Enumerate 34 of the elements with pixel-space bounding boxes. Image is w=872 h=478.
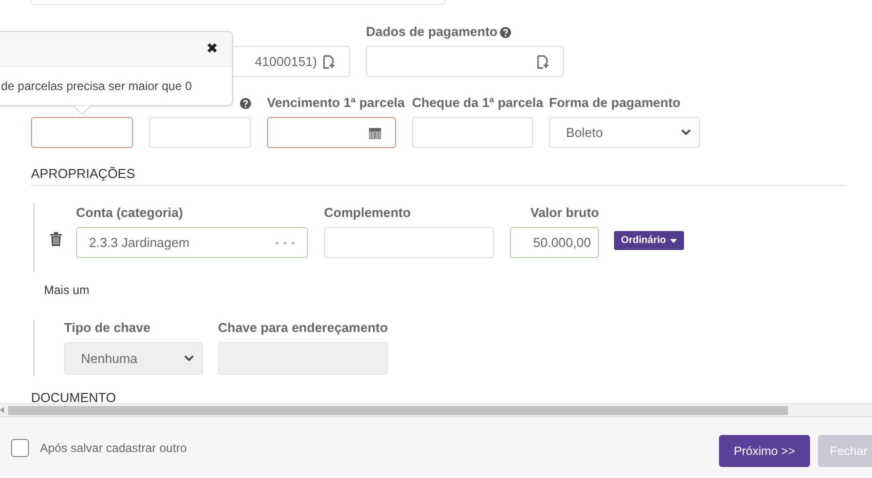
field-label: Vencimento 1ª parcela (267, 95, 405, 111)
checkbox-label: Após salvar cadastrar outro (40, 440, 187, 454)
chevron-icon (681, 129, 691, 136)
field-label: Dados de pagamento (366, 24, 498, 40)
section-title: APROPRIAÇÕES (31, 166, 136, 182)
select-field[interactable]: Boleto (549, 117, 700, 148)
add-more-label: Mais um (44, 282, 90, 298)
file-plus-icon (537, 54, 549, 68)
amount-field[interactable]: 50.000,00 (510, 227, 599, 258)
close-button[interactable]: ✖ (206, 41, 218, 57)
field-label: Chave para endereçamento (218, 320, 388, 336)
lookup-field[interactable] (366, 46, 564, 77)
chevron-icon (184, 355, 194, 362)
field-label: Cheque da 1ª parcela (412, 95, 544, 111)
scroll-left-icon[interactable] (0, 407, 5, 413)
next-button[interactable]: Próximo >> (719, 435, 810, 467)
delete-icon[interactable] (50, 232, 62, 246)
type-dropdown-button[interactable]: Ordinário (614, 231, 684, 250)
error-message: de parcelas precisa ser maior que 0 (1, 79, 192, 93)
horizontal-scrollbar[interactable] (0, 403, 872, 416)
column-label: Complemento (324, 205, 411, 221)
calendar-icon (369, 126, 381, 138)
column-label: Conta (categoria) (76, 205, 183, 221)
ellipsis-icon (275, 240, 295, 244)
text-field[interactable] (31, 117, 133, 148)
caret-icon (670, 238, 678, 242)
column-label: Valor bruto (530, 205, 599, 221)
field-label: Tipo de chave (64, 320, 150, 336)
file-plus-icon (323, 54, 335, 68)
account-field[interactable]: 2.3.3 Jardinagem (76, 227, 308, 258)
section-title: DOCUMENTO (31, 390, 117, 403)
date-field[interactable] (267, 117, 396, 148)
checkbox[interactable] (11, 438, 29, 456)
field-label: Forma de pagamento (549, 95, 680, 111)
